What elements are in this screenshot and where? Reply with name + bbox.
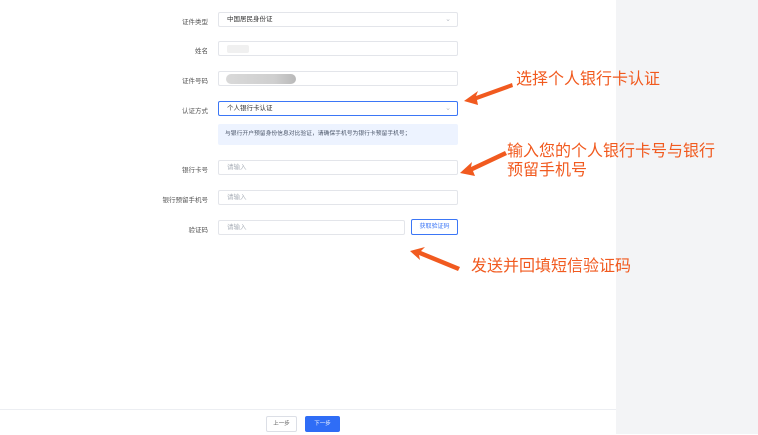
annotation-arrows [410, 83, 513, 271]
annotation-enter-card-line2: 预留手机号 [507, 160, 588, 179]
arrow-to-code-button [410, 247, 460, 271]
annotation-enter-card-line1: 输入您的个人银行卡号与银行 [507, 141, 716, 160]
arrow-to-auth-method [464, 83, 513, 105]
arrow-to-bank-fields [460, 151, 507, 176]
annotation-send-code: 发送并回填短信验证码 [471, 256, 632, 275]
annotation-select-auth: 选择个人银行卡认证 [516, 69, 661, 88]
